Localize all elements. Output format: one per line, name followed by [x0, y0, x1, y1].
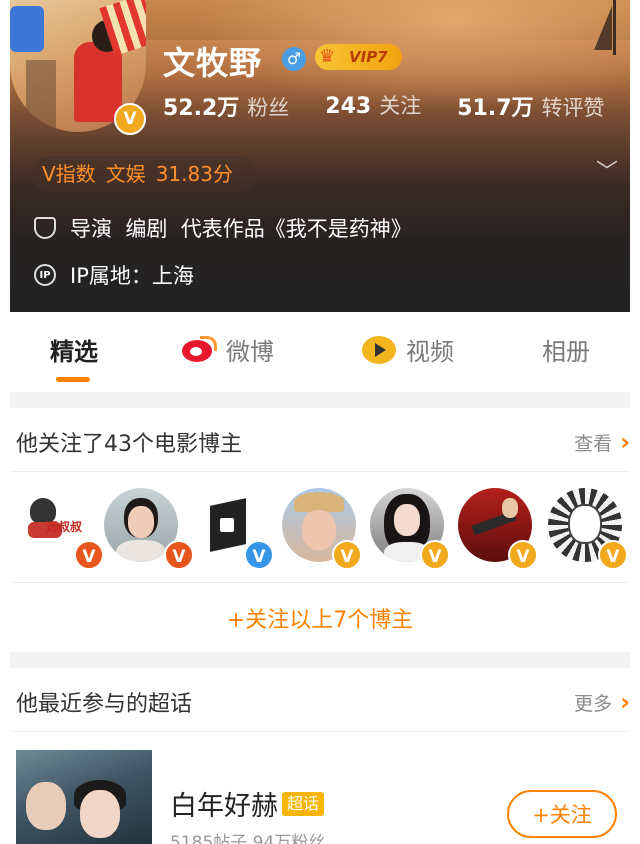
- weibo-logo-arc: [200, 335, 217, 351]
- v-index-category: 文娱: [105, 162, 146, 186]
- tab-label: 相册: [542, 338, 590, 366]
- weibo-logo-icon: [182, 335, 217, 364]
- blogger-badge: V: [244, 540, 274, 570]
- avatar-face: [394, 504, 420, 536]
- blogger-badge: V: [420, 540, 450, 570]
- v-index-label: V指数: [42, 162, 96, 186]
- tab-label: 微博: [226, 338, 274, 366]
- verified-v-badge: V: [420, 540, 450, 570]
- v-index-pill[interactable]: V指数 文娱 31.83分: [32, 156, 257, 192]
- chevron-down-icon[interactable]: ﹀: [594, 160, 620, 186]
- more-link-label: 更多: [574, 692, 613, 715]
- active-tab-indicator: [56, 377, 90, 382]
- v-index-score: 31.83分: [155, 162, 233, 186]
- profile-page: V 文牧野 ♂ ♛ VIP7 52.2万 粉丝 243 关注 51.7万 转评赞 V指…: [10, 0, 630, 844]
- avatar-hat: [294, 492, 344, 512]
- avatar-face: [128, 506, 154, 538]
- divider: [10, 582, 630, 583]
- profile-header: V 文牧野 ♂ ♛ VIP7 52.2万 粉丝 243 关注 51.7万 转评赞 V指…: [10, 0, 630, 312]
- stat-value: 243: [325, 94, 372, 119]
- stat-label: 关注: [379, 94, 422, 118]
- avatar-face: [302, 510, 336, 550]
- profile-tabs: 精选 微博 视频 相册: [10, 312, 630, 392]
- view-followed-link[interactable]: 查看 ›: [574, 428, 630, 456]
- section-divider: [10, 652, 630, 668]
- thumbnail-face: [26, 782, 66, 830]
- thumbnail-face: [80, 790, 120, 838]
- chevron-right-icon: ›: [620, 688, 630, 716]
- blogger-logo-text: 远叔叔: [46, 520, 83, 534]
- section-divider: [10, 392, 630, 408]
- followed-bloggers-title: 他关注了43个电影博主: [16, 432, 242, 457]
- avatar-clothes: [116, 540, 166, 562]
- ip-location-icon: IP: [34, 264, 56, 286]
- verified-v-badge: V: [332, 540, 362, 570]
- profile-name: 文牧野: [163, 44, 263, 82]
- stat-value: 51.7万: [457, 96, 534, 121]
- blogger-badge: V: [164, 540, 194, 570]
- male-gender-icon: ♂: [282, 47, 306, 71]
- verified-v-badge: V: [114, 103, 146, 135]
- view-link-label: 查看: [574, 432, 613, 455]
- topic-name[interactable]: 白年好赫 超话: [170, 784, 325, 823]
- verified-v-badge: V: [244, 540, 274, 570]
- verified-v-badge: V: [508, 540, 538, 570]
- follow-all-bloggers-button[interactable]: +关注以上7个博主: [10, 602, 630, 634]
- tab-video[interactable]: 视频: [362, 332, 454, 367]
- divider: [10, 731, 630, 732]
- topic-name-text: 白年好赫: [170, 791, 278, 822]
- tab-album[interactable]: 相册: [542, 332, 590, 367]
- stat-reposts-comments-likes[interactable]: 51.7万 转评赞: [457, 90, 604, 122]
- stat-label: 粉丝: [247, 96, 290, 120]
- divider: [10, 471, 630, 472]
- occupation-row: 导演 编剧 代表作品《我不是药神》: [34, 213, 412, 243]
- topic-stats: 5185帖子 94万粉丝: [170, 833, 326, 844]
- ip-location-text: IP属地：上海: [70, 264, 194, 288]
- tab-label: 精选: [50, 338, 98, 366]
- shield-icon: [34, 217, 56, 239]
- play-triangle: [375, 342, 386, 357]
- blogger-badge: V: [74, 540, 104, 570]
- avatar-background-door: [26, 60, 56, 132]
- avatar-face: [502, 498, 518, 518]
- super-topic-tag: 超话: [282, 791, 325, 816]
- ip-location-row: IP IP属地：上海: [34, 260, 194, 290]
- more-topics-link[interactable]: 更多 ›: [574, 688, 630, 716]
- vip-label: VIP7: [349, 48, 388, 66]
- crown-icon: ♛: [319, 46, 336, 67]
- stat-label: 转评赞: [541, 96, 605, 120]
- stat-following[interactable]: 243 关注: [325, 90, 421, 122]
- verified-v-badge: V: [164, 540, 194, 570]
- video-play-icon: [362, 335, 396, 364]
- verified-v-badge: V: [74, 540, 104, 570]
- profile-stats: 52.2万 粉丝 243 关注 51.7万 转评赞: [163, 90, 630, 122]
- header-boat-sail: [594, 6, 612, 50]
- topic-thumbnail[interactable]: [16, 750, 152, 844]
- followed-bloggers-row: 远叔叔 V V V V V V V: [10, 488, 630, 570]
- verified-v-badge: V: [598, 540, 628, 570]
- blogger-badge: V: [598, 540, 628, 570]
- logo-shape-hole: [220, 518, 234, 532]
- blogger-badge: V: [332, 540, 362, 570]
- header-boat-mast: [613, 0, 616, 55]
- blogger-badge: V: [508, 540, 538, 570]
- follow-topic-button[interactable]: +关注: [507, 790, 617, 838]
- stat-followers[interactable]: 52.2万 粉丝: [163, 90, 289, 122]
- avatar-drink-cup: [10, 6, 44, 52]
- tab-label: 视频: [406, 338, 454, 366]
- super-topics-title: 他最近参与的超话: [16, 692, 193, 717]
- vip-badge[interactable]: ♛ VIP7: [315, 44, 402, 70]
- tab-weibo[interactable]: 微博: [182, 332, 274, 367]
- stat-value: 52.2万: [163, 96, 240, 121]
- occupation-text: 导演 编剧 代表作品《我不是药神》: [70, 217, 412, 241]
- avatar-face: [568, 504, 602, 544]
- tab-featured[interactable]: 精选: [50, 332, 98, 367]
- chevron-right-icon: ›: [620, 428, 630, 456]
